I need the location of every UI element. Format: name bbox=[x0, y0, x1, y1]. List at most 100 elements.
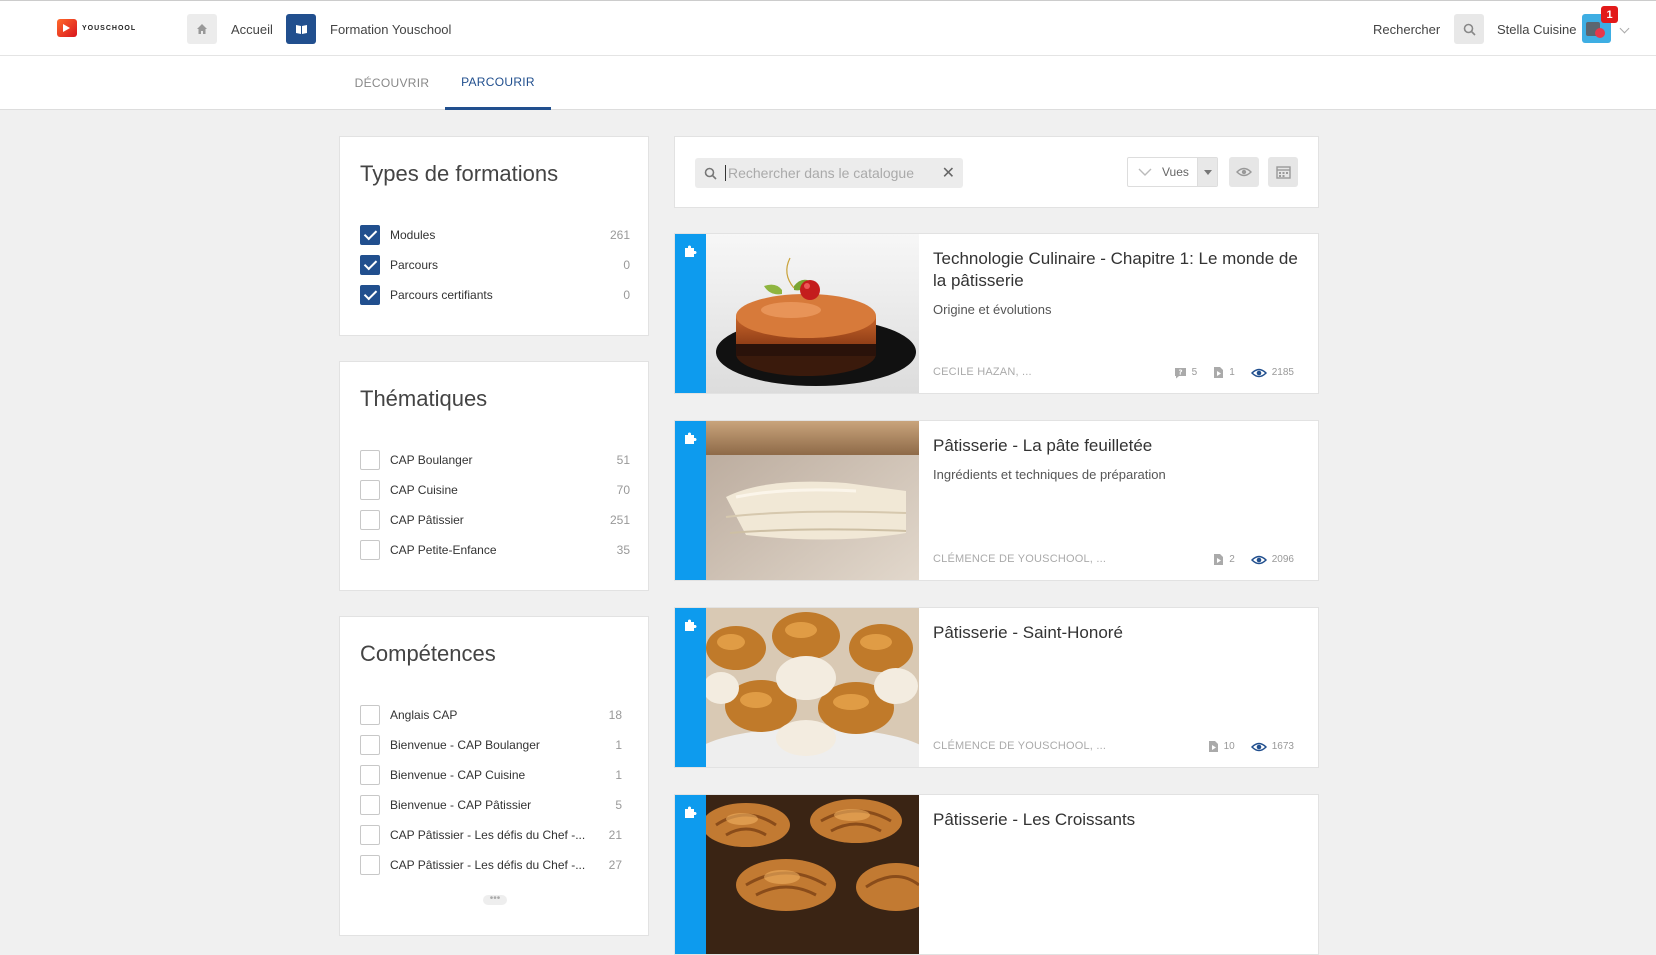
global-search-label: Rechercher bbox=[1373, 21, 1441, 37]
puzzle-icon bbox=[685, 432, 697, 444]
filter-panel-themes: Thématiques CAP Boulanger 51 CAP Cuisine… bbox=[339, 361, 649, 591]
eye-icon[interactable] bbox=[1229, 157, 1259, 187]
video-count: 1 bbox=[1213, 366, 1235, 379]
course-title[interactable]: Technologie Culinaire - Chapitre 1: Le m… bbox=[933, 248, 1303, 292]
filter-item-cap-petite-enfance[interactable]: CAP Petite-Enfance 35 bbox=[360, 539, 630, 561]
filter-item-skill[interactable]: Bienvenue - CAP Boulanger 1 bbox=[360, 734, 622, 756]
chevron-down-icon[interactable] bbox=[1619, 23, 1630, 34]
calendar-icon[interactable] bbox=[1268, 157, 1298, 187]
course-title[interactable]: Pâtisserie - Les Croissants bbox=[933, 809, 1303, 831]
tab-bar: DÉCOUVRIR PARCOURIR bbox=[0, 56, 1656, 110]
close-icon[interactable]: ✕ bbox=[942, 163, 955, 183]
nav-formation[interactable]: Formation Youschool bbox=[286, 13, 451, 45]
views-select[interactable]: Vues bbox=[1127, 157, 1218, 187]
chevron-down-icon bbox=[1138, 168, 1152, 176]
checkbox[interactable] bbox=[360, 255, 380, 275]
logo-text: YOUSCHOOL bbox=[82, 24, 137, 32]
filter-item-skill[interactable]: Bienvenue - CAP Cuisine 1 bbox=[360, 764, 622, 786]
filter-item-skill[interactable]: Bienvenue - CAP Pâtissier 5 bbox=[360, 794, 622, 816]
filter-count: 51 bbox=[616, 453, 630, 467]
course-subtitle: Origine et évolutions bbox=[933, 302, 1052, 317]
video-count-value: 10 bbox=[1223, 741, 1235, 752]
filter-label: Bienvenue - CAP Boulanger bbox=[390, 738, 540, 752]
search-icon[interactable] bbox=[1454, 14, 1485, 44]
course-title[interactable]: Pâtisserie - La pâte feuilletée bbox=[933, 435, 1303, 457]
filter-label: CAP Pâtissier - Les défis du Chef -... bbox=[390, 858, 586, 872]
course-body: Technologie Culinaire - Chapitre 1: Le m… bbox=[933, 248, 1303, 317]
global-search[interactable]: Rechercher bbox=[1373, 13, 1485, 45]
filter-item-cap-patissier[interactable]: CAP Pâtissier 251 bbox=[360, 509, 630, 531]
puzzle-icon bbox=[685, 619, 697, 631]
checkbox[interactable] bbox=[360, 765, 380, 785]
filter-item-cap-boulanger[interactable]: CAP Boulanger 51 bbox=[360, 449, 630, 471]
course-card[interactable]: Pâtisserie - Les Croissants bbox=[674, 794, 1319, 955]
catalog-search[interactable]: ✕ bbox=[695, 158, 963, 188]
catalog-search-input[interactable] bbox=[725, 165, 935, 181]
tab-decouvrir[interactable]: DÉCOUVRIR bbox=[341, 56, 443, 110]
checkbox[interactable] bbox=[360, 705, 380, 725]
filter-count: 35 bbox=[616, 543, 630, 557]
video-file-icon bbox=[1214, 367, 1224, 378]
course-body: Pâtisserie - Les Croissants bbox=[933, 809, 1303, 831]
notification-badge[interactable]: 1 bbox=[1601, 6, 1618, 23]
filter-item-skill[interactable]: Anglais CAP 18 bbox=[360, 704, 622, 726]
checkbox[interactable] bbox=[360, 540, 380, 560]
filter-item-cap-cuisine[interactable]: CAP Cuisine 70 bbox=[360, 479, 630, 501]
quiz-count-value: 5 bbox=[1191, 367, 1198, 378]
checkbox[interactable] bbox=[360, 450, 380, 470]
filter-count: 1 bbox=[615, 768, 622, 782]
filter-label: Bienvenue - CAP Cuisine bbox=[390, 768, 526, 782]
course-card[interactable]: Technologie Culinaire - Chapitre 1: Le m… bbox=[674, 233, 1319, 394]
course-body: Pâtisserie - Saint-Honoré bbox=[933, 622, 1303, 644]
show-more-button[interactable]: ••• bbox=[483, 894, 507, 905]
module-stripe bbox=[675, 234, 706, 393]
filter-item-parcours[interactable]: Parcours 0 bbox=[360, 254, 630, 276]
checkbox[interactable] bbox=[360, 735, 380, 755]
checkbox[interactable] bbox=[360, 795, 380, 815]
filter-count: 5 bbox=[615, 798, 622, 812]
user-menu[interactable]: Stella Cuisine bbox=[1497, 13, 1577, 45]
caret-down-icon[interactable] bbox=[1197, 158, 1217, 186]
filter-item-skill[interactable]: CAP Pâtissier - Les défis du Chef -... 2… bbox=[360, 824, 622, 846]
course-card[interactable]: Pâtisserie - Saint-Honoré CLÉMENCE DE YO… bbox=[674, 607, 1319, 768]
course-stats: 10 1673 bbox=[1208, 740, 1294, 753]
filter-count: 21 bbox=[608, 828, 622, 842]
video-count-value: 2 bbox=[1229, 554, 1235, 565]
puzzle-icon bbox=[685, 245, 697, 257]
course-stats: 2 2096 bbox=[1213, 553, 1294, 566]
checkbox[interactable] bbox=[360, 480, 380, 500]
checkbox[interactable] bbox=[360, 225, 380, 245]
filter-count: 251 bbox=[609, 513, 630, 527]
youschool-logo[interactable]: YOUSCHOOL bbox=[57, 19, 136, 37]
filter-label: Modules bbox=[390, 228, 436, 242]
nav-formation-label: Formation Youschool bbox=[330, 21, 452, 37]
nav-home[interactable]: Accueil bbox=[187, 13, 273, 45]
checkbox[interactable] bbox=[360, 510, 380, 530]
course-author: CECILE HAZAN, ... bbox=[933, 366, 1032, 378]
checkbox[interactable] bbox=[360, 825, 380, 845]
checkbox[interactable] bbox=[360, 855, 380, 875]
question-icon: ? bbox=[1174, 367, 1186, 378]
checkbox[interactable] bbox=[360, 285, 380, 305]
filter-label: CAP Petite-Enfance bbox=[390, 543, 497, 557]
view-count: 2185 bbox=[1250, 367, 1294, 378]
book-icon bbox=[286, 14, 316, 44]
filter-item-skill[interactable]: CAP Pâtissier - Les défis du Chef -... 2… bbox=[360, 854, 622, 876]
filter-count: 261 bbox=[609, 228, 630, 242]
filter-item-modules[interactable]: Modules 261 bbox=[360, 224, 630, 246]
course-subtitle: Ingrédients et techniques de préparation bbox=[933, 467, 1166, 482]
svg-text:?: ? bbox=[1178, 368, 1182, 376]
filter-count: 0 bbox=[623, 258, 630, 272]
tab-parcourir[interactable]: PARCOURIR bbox=[445, 56, 551, 110]
filter-label: CAP Cuisine bbox=[390, 483, 458, 497]
video-count-value: 1 bbox=[1229, 367, 1235, 378]
course-title[interactable]: Pâtisserie - Saint-Honoré bbox=[933, 622, 1303, 644]
course-author: CLÉMENCE DE YOUSCHOOL, ... bbox=[933, 740, 1107, 752]
course-image-chocolate-entremet bbox=[706, 234, 919, 393]
view-count: 2096 bbox=[1250, 554, 1294, 565]
filter-label: Anglais CAP bbox=[390, 708, 458, 722]
quiz-count: ? 5 bbox=[1174, 367, 1198, 379]
filter-item-parcours-certifiants[interactable]: Parcours certifiants 0 bbox=[360, 284, 630, 306]
video-file-icon bbox=[1214, 554, 1224, 565]
course-card[interactable]: Pâtisserie - La pâte feuilletée Ingrédie… bbox=[674, 420, 1319, 581]
